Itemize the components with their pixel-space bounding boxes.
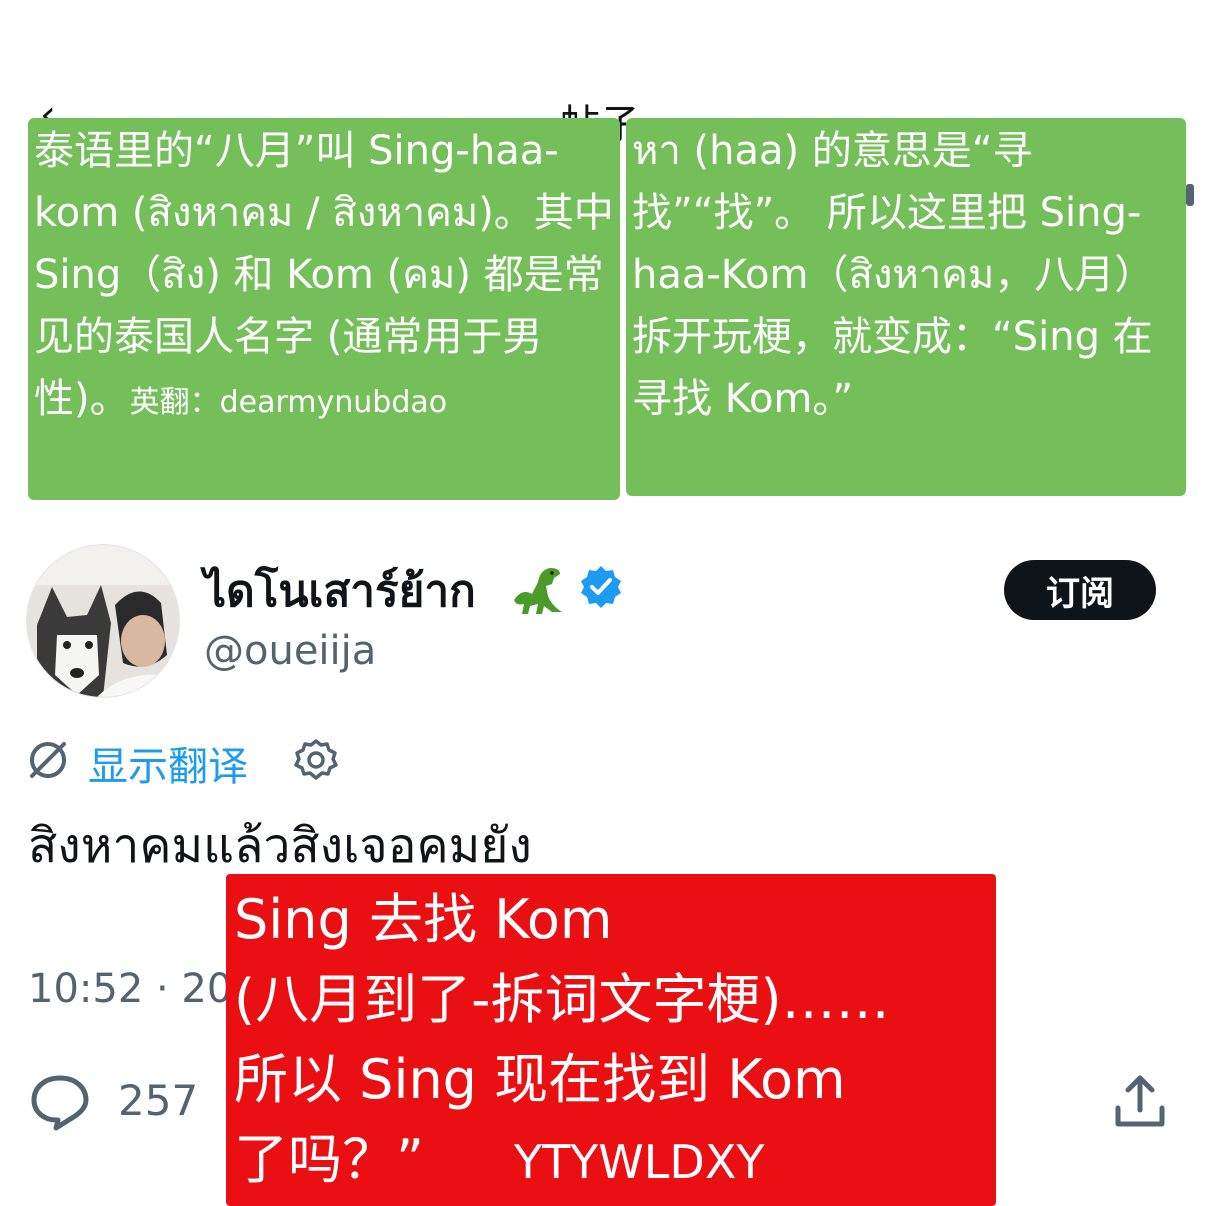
dinosaur-emoji-icon bbox=[508, 560, 568, 620]
overlay-red-line-2: (八月到了-拆词文字梗)…… bbox=[234, 968, 890, 1031]
overlay-red-line-1: Sing 去找 Kom bbox=[234, 888, 613, 951]
translation-overlay-left: 泰语里的“八月”叫 Sing-haa-kom (สิงหาคม / สิงหาค… bbox=[28, 118, 620, 500]
overlay-right-text: หา (haa) 的意思是“寻找”“找”。 所以这里把 Sing-haa-Kom… bbox=[632, 128, 1155, 422]
overlay-left-text: 泰语里的“八月”叫 Sing-haa-kom (สิงหาคม / สิงหาค… bbox=[34, 128, 614, 422]
translation-overlay-right: หา (haa) 的意思是“寻找”“找”。 所以这里把 Sing-haa-Kom… bbox=[626, 118, 1186, 496]
overlay-red-credit: YTYWLDXY bbox=[513, 1135, 765, 1189]
show-translation-link[interactable]: 显示翻译 bbox=[88, 734, 248, 792]
avatar[interactable] bbox=[26, 544, 180, 698]
reply-count: 257 bbox=[118, 1076, 199, 1125]
subscribe-button[interactable]: 订阅 bbox=[1004, 560, 1156, 620]
display-name[interactable]: ไดโนเสาร์ย้าก bbox=[204, 556, 476, 626]
more-icon[interactable] bbox=[1186, 184, 1194, 206]
overlay-red-line-4: 了吗？” bbox=[234, 1128, 424, 1191]
translation-overlay-bottom: Sing 去找 Kom (八月到了-拆词文字梗)…… 所以 Sing 现在找到 … bbox=[226, 874, 996, 1206]
tweet-text: สิงหาคมแล้วสิงเจอคมยัง bbox=[28, 818, 532, 874]
tweet-timestamp[interactable]: 10:52 · 20 bbox=[28, 966, 232, 1012]
translate-icon bbox=[26, 738, 70, 782]
reply-icon[interactable] bbox=[28, 1072, 92, 1132]
overlay-red-line-3: 所以 Sing 现在找到 Kom bbox=[234, 1048, 846, 1111]
share-icon[interactable] bbox=[1110, 1072, 1170, 1132]
handle[interactable]: @oueiija bbox=[204, 628, 376, 674]
gear-icon[interactable] bbox=[292, 736, 340, 784]
overlay-left-credit: 英翻：dearmynubdao bbox=[129, 385, 448, 420]
overlay-red-line-4-row: 了吗？” YTYWLDXY bbox=[234, 1120, 996, 1202]
avatar-image bbox=[27, 545, 179, 697]
verified-badge-icon bbox=[578, 564, 624, 610]
